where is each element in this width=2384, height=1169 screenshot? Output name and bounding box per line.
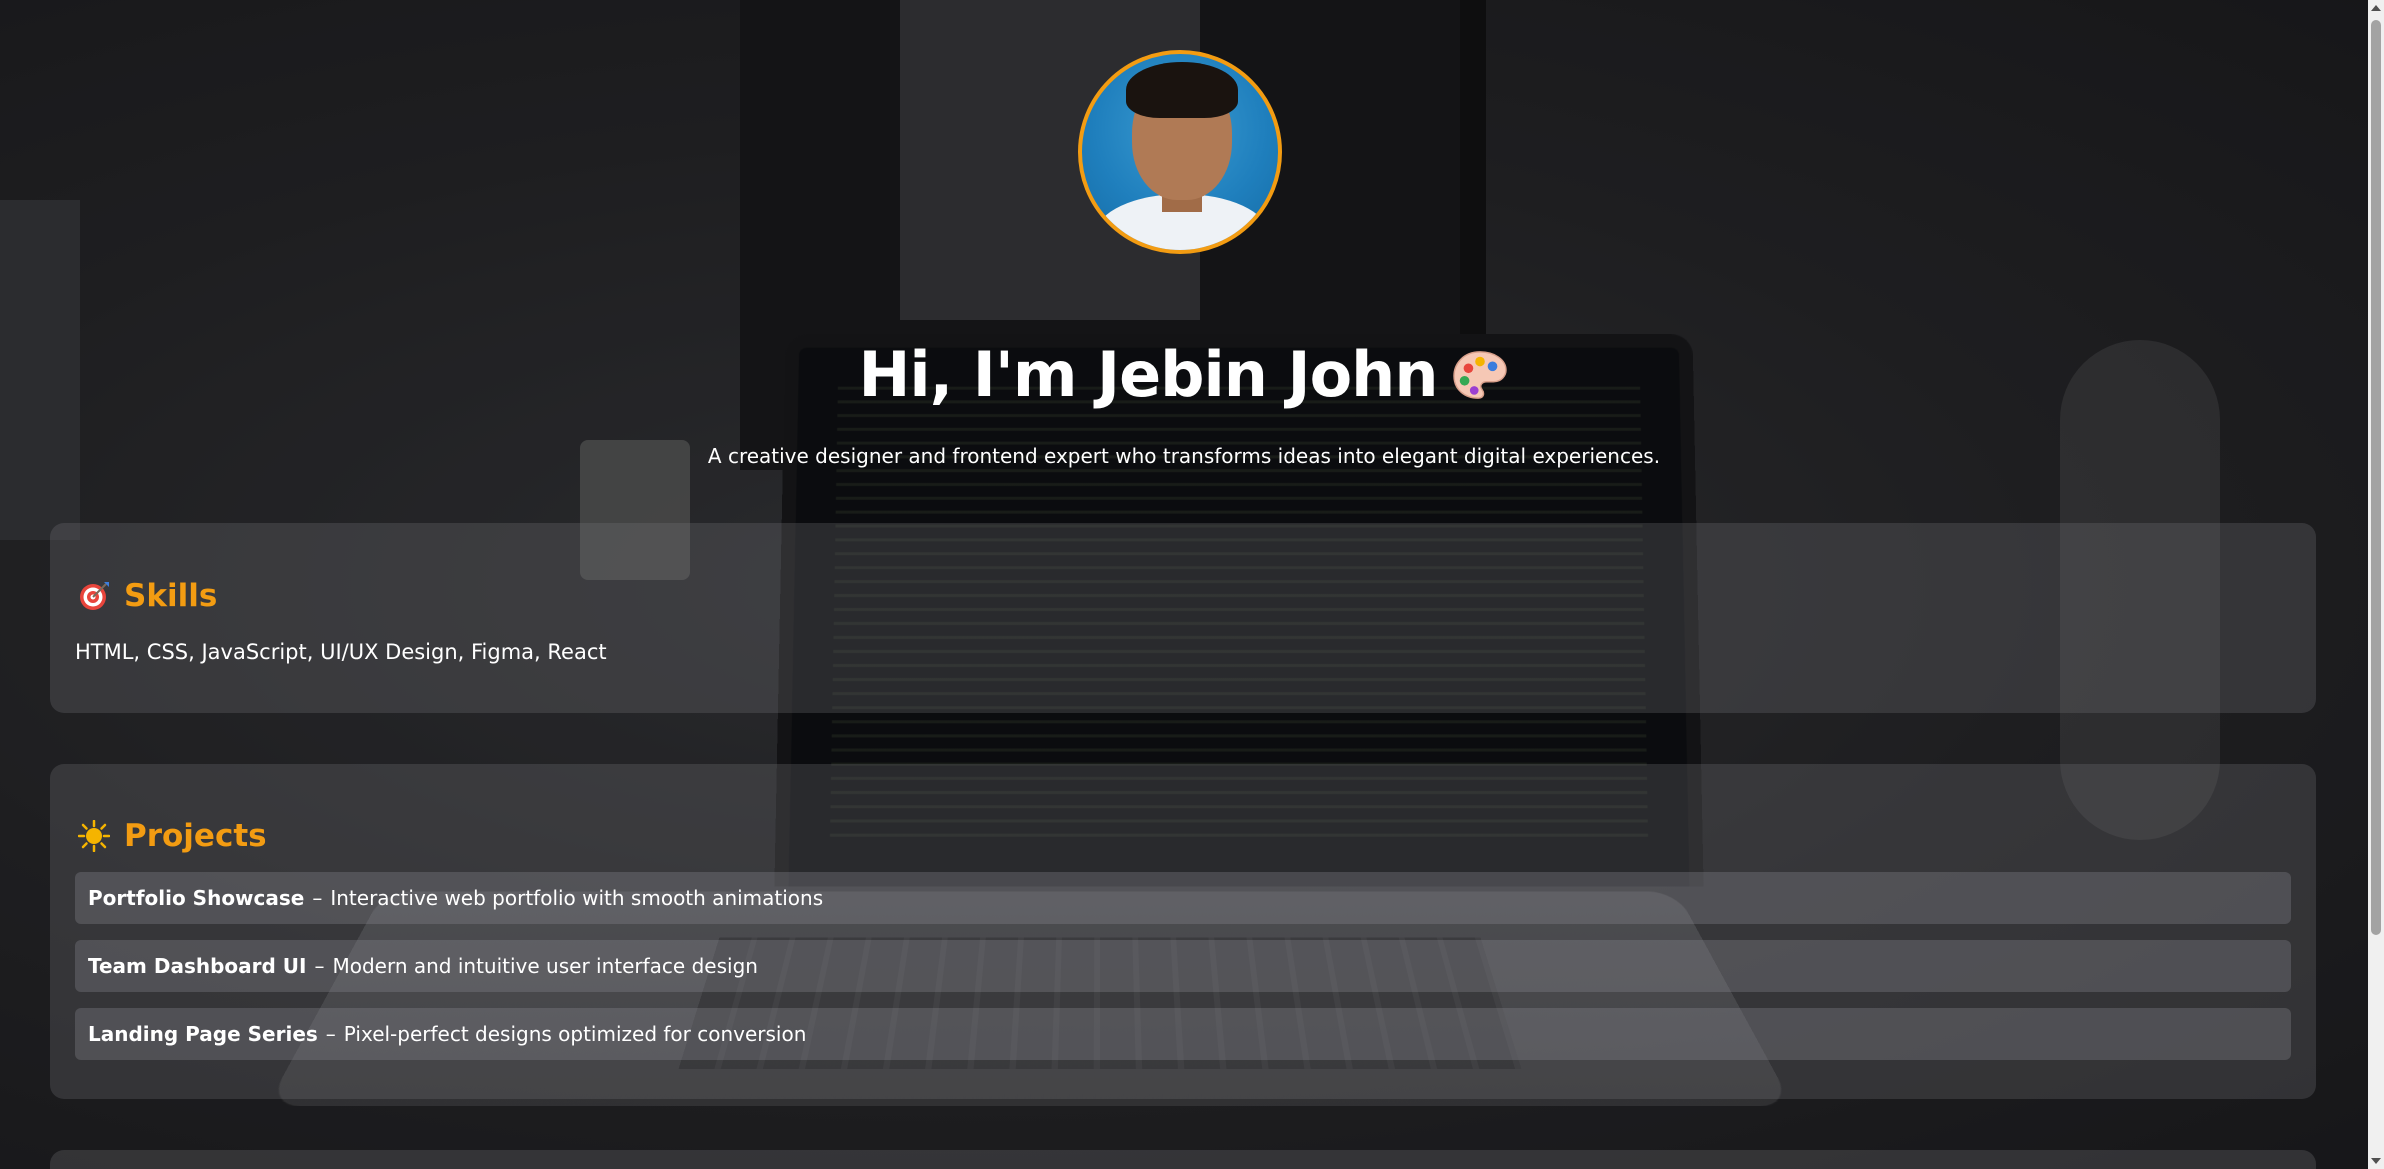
project-description: Interactive web portfolio with smooth an… <box>330 886 824 910</box>
project-name: Portfolio Showcase <box>88 886 305 910</box>
projects-heading-text: Projects <box>124 818 267 854</box>
project-separator: – <box>325 1022 336 1046</box>
projects-heading: Projects <box>78 818 267 854</box>
project-description: Modern and intuitive user interface desi… <box>332 954 758 978</box>
portfolio-page: Hi, I'm Jebin John A creative designer a… <box>0 0 2368 1169</box>
avatar <box>1078 50 1282 254</box>
scroll-up-arrow-icon[interactable] <box>2371 5 2381 11</box>
scroll-down-arrow-icon[interactable] <box>2371 1158 2381 1164</box>
skills-heading-text: Skills <box>124 578 218 614</box>
skills-heading: Skills <box>78 578 217 614</box>
project-item: Portfolio Showcase – Interactive web portf… <box>75 872 2291 924</box>
project-name: Landing Page Series <box>88 1022 318 1046</box>
next-section-card <box>50 1150 2316 1169</box>
direct-hit-target-icon <box>80 582 109 610</box>
project-separator: – <box>314 954 325 978</box>
vertical-scrollbar[interactable] <box>2368 0 2384 1169</box>
skills-section: Skills HTML, CSS, JavaScript, UI/UX Desi… <box>50 523 2316 713</box>
project-item: Team Dashboard UI – Modern and intuitive u… <box>75 940 2291 992</box>
project-name: Team Dashboard UI <box>88 954 307 978</box>
projects-section: Projects Portfolio Showcase – Interactive … <box>50 764 2316 1099</box>
sun-icon <box>78 820 110 852</box>
artist-palette-icon <box>1453 351 1508 399</box>
page-subtitle: A creative designer and frontend expert … <box>707 444 1661 468</box>
projects-list: Portfolio Showcase – Interactive web portf… <box>75 872 2291 1076</box>
skills-list-text: HTML, CSS, JavaScript, UI/UX Design, Fig… <box>75 640 607 664</box>
project-separator: – <box>312 886 323 910</box>
avatar-hair <box>1126 62 1238 118</box>
page-title: Hi, I'm Jebin John <box>0 338 2368 411</box>
project-item: Landing Page Series – Pixel-perfect design… <box>75 1008 2291 1060</box>
scrollbar-thumb[interactable] <box>2371 20 2381 935</box>
page-title-text: Hi, I'm Jebin John <box>858 338 1439 411</box>
project-description: Pixel-perfect designs optimized for conv… <box>343 1022 807 1046</box>
